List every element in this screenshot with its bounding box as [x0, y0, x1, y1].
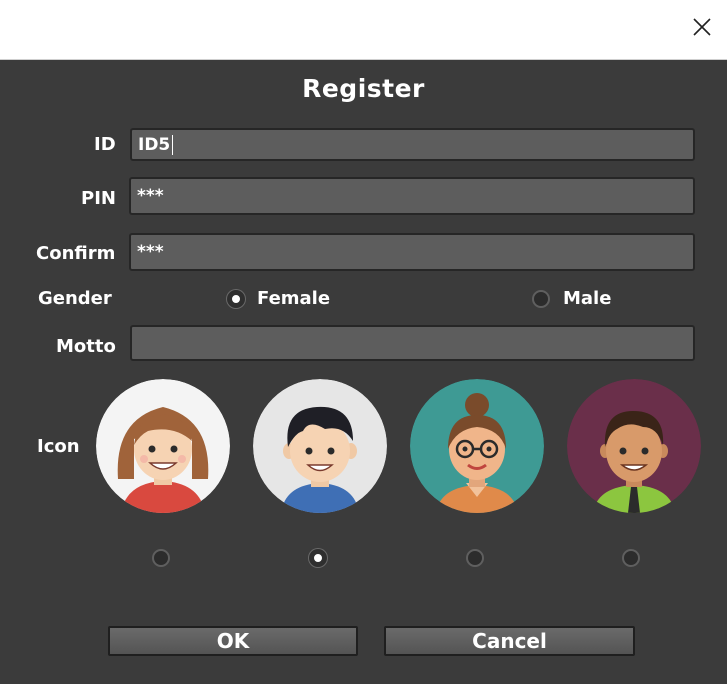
id-label: ID [94, 134, 116, 155]
motto-label: Motto [56, 336, 116, 357]
girl-avatar-icon[interactable] [96, 379, 230, 513]
gender-label: Gender [38, 288, 112, 309]
pin-label: PIN [81, 188, 116, 209]
id-field[interactable]: ID5 [130, 128, 695, 161]
dialog-title: Register [302, 74, 425, 103]
icon-radio-2[interactable] [309, 549, 327, 567]
icon-radio-3[interactable] [466, 549, 484, 567]
icon-radio-1[interactable] [152, 549, 170, 567]
close-icon[interactable] [691, 16, 713, 38]
cancel-button[interactable]: Cancel [384, 626, 635, 656]
boy-avatar-icon[interactable] [253, 379, 387, 513]
gender-female-label[interactable]: Female [257, 288, 330, 310]
gender-female-radio[interactable] [227, 290, 245, 308]
woman-glasses-avatar-icon[interactable] [410, 379, 544, 513]
register-dialog: Register ID ID5 PIN *** Confirm *** Gend… [0, 0, 727, 684]
pin-value: *** [137, 186, 164, 206]
icon-radio-4[interactable] [622, 549, 640, 567]
man-tie-avatar-icon[interactable] [567, 379, 701, 513]
text-caret [172, 134, 174, 155]
id-value: ID5 [138, 134, 171, 155]
confirm-field[interactable]: *** [129, 233, 695, 271]
motto-field[interactable] [130, 325, 695, 361]
title-bar [0, 0, 727, 60]
gender-male-label[interactable]: Male [563, 288, 611, 310]
confirm-value: *** [137, 242, 164, 262]
gender-male-radio[interactable] [532, 290, 550, 308]
confirm-label: Confirm [36, 243, 116, 264]
ok-button[interactable]: OK [108, 626, 358, 656]
icon-label: Icon [37, 436, 80, 457]
pin-field[interactable]: *** [129, 177, 695, 215]
